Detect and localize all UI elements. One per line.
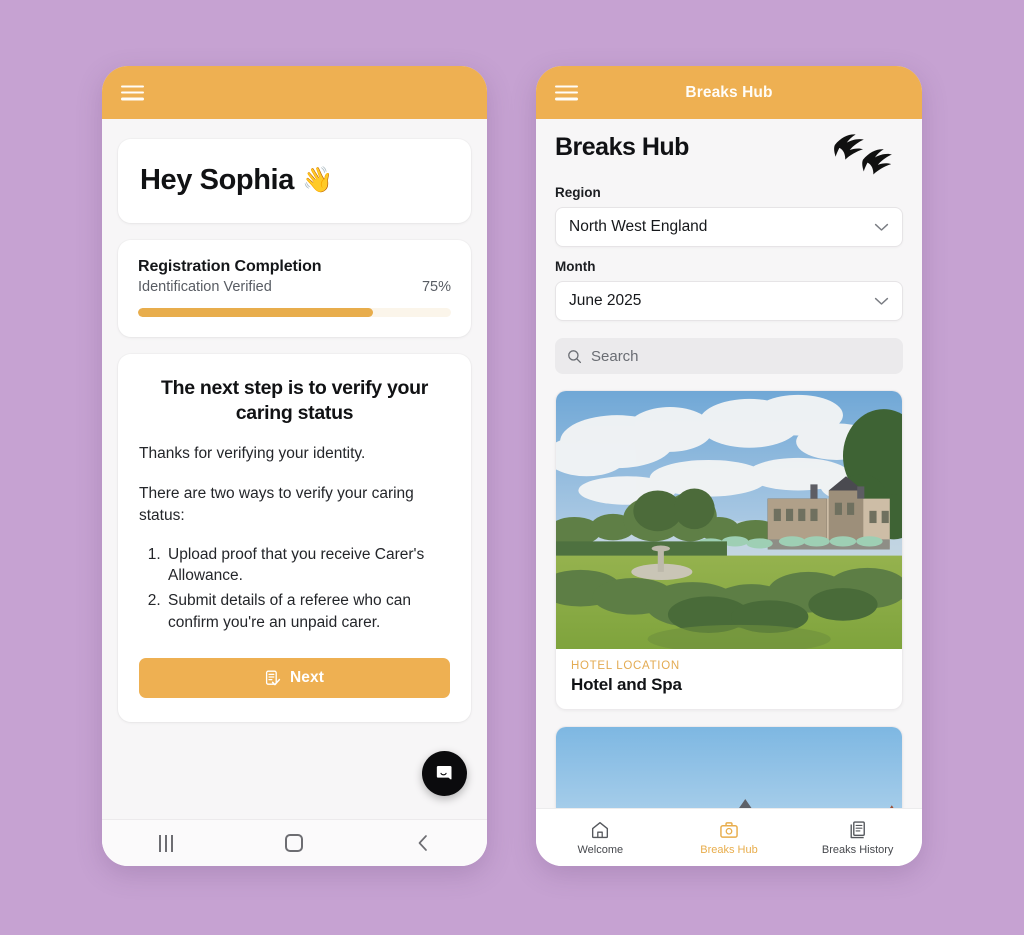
nav-item-breaks-history[interactable]: Breaks History: [793, 819, 922, 856]
nav-item-welcome[interactable]: Welcome: [536, 819, 665, 856]
back-chevron-icon: [418, 835, 427, 851]
region-value: North West England: [569, 218, 708, 235]
search-placeholder: Search: [591, 347, 639, 365]
document-check-icon: [265, 670, 281, 686]
right-app-bar: Breaks Hub: [536, 66, 922, 119]
listing-kicker: HOTEL LOCATION: [571, 660, 680, 672]
next-button[interactable]: Next: [139, 658, 450, 699]
hamburger-menu-icon[interactable]: [555, 85, 578, 100]
recents-icon[interactable]: [131, 834, 201, 852]
progress-bar-track: [138, 308, 451, 318]
next-step-list: Upload proof that you receive Carer's Al…: [139, 544, 450, 634]
nav-label-welcome: Welcome: [577, 844, 624, 856]
page-title: Breaks Hub: [555, 133, 689, 161]
chat-widget-button[interactable]: [422, 751, 467, 796]
right-app-bar-title: Breaks Hub: [685, 83, 773, 101]
month-value: June 2025: [569, 292, 642, 309]
next-step-card: The next step is to verify your caring s…: [118, 354, 471, 723]
next-button-label: Next: [290, 669, 324, 687]
month-label: Month: [555, 259, 596, 274]
list-item: Upload proof that you receive Carer's Al…: [165, 544, 450, 587]
progress-percent: 75%: [421, 279, 451, 296]
chevron-down-icon: [874, 297, 889, 305]
android-navigation-bar: [102, 819, 487, 866]
list-item: Submit details of a referee who can conf…: [165, 590, 450, 633]
back-icon[interactable]: [388, 833, 458, 853]
listing-body: HOTEL LOCATION Hotel and Spa: [556, 649, 902, 709]
page-header: Breaks Hub: [536, 119, 922, 179]
flying-birds-icon: [834, 134, 892, 175]
waving-hand-icon: 👋: [301, 166, 333, 195]
phone-right: Breaks Hub Breaks Hub Region North West …: [536, 66, 922, 866]
greeting-card: Hey Sophia 👋: [118, 139, 471, 224]
bottom-navigation: Welcome Breaks Hub Breaks History: [536, 808, 922, 866]
home-outline-icon: [592, 821, 609, 839]
suitcase-icon: [720, 822, 738, 838]
left-screen: Hey Sophia 👋 Registration Completion Ide…: [102, 119, 487, 866]
greeting-text: Hey Sophia 👋: [140, 164, 449, 197]
nav-label-breaks-hub: Breaks Hub: [700, 844, 758, 856]
next-step-paragraph-1: Thanks for verifying your identity.: [139, 445, 366, 463]
nav-label-breaks-history: Breaks History: [821, 844, 894, 856]
nav-item-breaks-hub[interactable]: Breaks Hub: [665, 819, 794, 856]
region-select[interactable]: North West England: [555, 207, 903, 247]
registration-progress-card: Registration Completion Identification V…: [118, 240, 471, 338]
hotel-photo: [556, 391, 902, 649]
archive-document-icon: [850, 821, 865, 839]
progress-subtitle: Identification Verified: [138, 279, 272, 296]
chat-bubble-icon: [436, 765, 452, 779]
left-app-bar: [102, 66, 487, 119]
greeting-label: Hey Sophia: [140, 164, 294, 196]
region-label: Region: [555, 185, 601, 200]
progress-title: Registration Completion: [138, 258, 322, 276]
listing-card[interactable]: HOTEL LOCATION Hotel and Spa: [555, 390, 903, 710]
progress-status-row: Identification Verified 75%: [138, 279, 451, 295]
listing-name: Hotel and Spa: [571, 675, 682, 694]
home-icon[interactable]: [259, 834, 329, 852]
canvas: Hey Sophia 👋 Registration Completion Ide…: [0, 0, 1024, 935]
progress-bar-fill: [138, 308, 373, 318]
search-input[interactable]: Search: [555, 338, 903, 374]
hamburger-menu-icon[interactable]: [121, 85, 144, 100]
month-select[interactable]: June 2025: [555, 281, 903, 321]
right-screen: Breaks Hub Region North West England Mon…: [536, 119, 922, 866]
next-step-paragraph-2: There are two ways to verify your caring…: [139, 484, 414, 525]
search-icon: [568, 349, 582, 363]
phone-left: Hey Sophia 👋 Registration Completion Ide…: [102, 66, 487, 866]
next-step-title: The next step is to verify your caring s…: [160, 377, 429, 425]
chevron-down-icon: [874, 223, 889, 231]
